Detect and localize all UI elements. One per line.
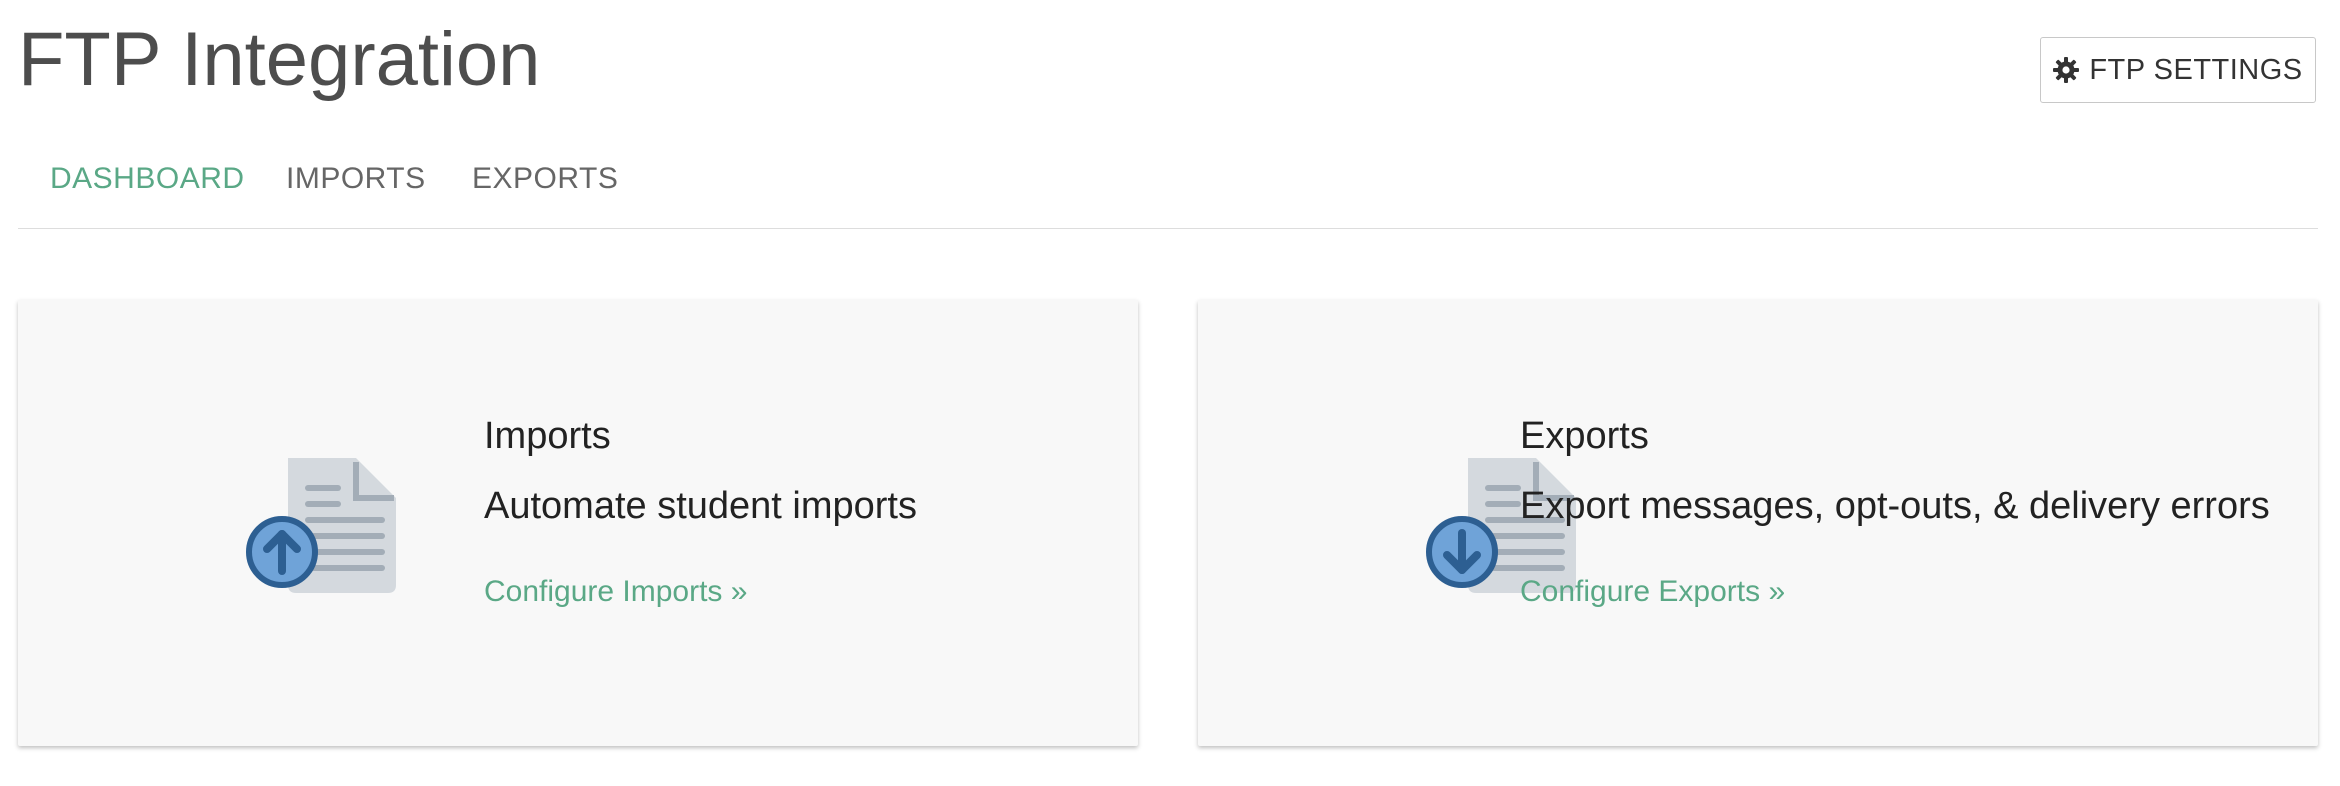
exports-card-description: Export messages, opt-outs, & delivery er… xyxy=(1520,485,2270,527)
tab-bar: DASHBOARD IMPORTS EXPORTS xyxy=(18,142,2318,229)
ftp-settings-button[interactable]: FTP SETTINGS xyxy=(2040,37,2316,103)
gear-icon xyxy=(2053,57,2080,83)
exports-card: Exports Export messages, opt-outs, & del… xyxy=(1198,300,2318,746)
configure-imports-link[interactable]: Configure Imports » xyxy=(484,575,747,609)
page-title: FTP Integration xyxy=(18,17,541,102)
document-upload-icon xyxy=(246,458,396,598)
configure-exports-link[interactable]: Configure Exports » xyxy=(1520,575,1785,609)
exports-card-title: Exports xyxy=(1520,415,1649,457)
tab-imports[interactable]: IMPORTS xyxy=(286,162,426,196)
ftp-integration-page: FTP Integration FTP SETTINGS DASHBOARD I… xyxy=(0,0,2340,786)
tab-exports[interactable]: EXPORTS xyxy=(472,162,618,196)
imports-card-title: Imports xyxy=(484,415,611,457)
imports-card: Imports Automate student imports Configu… xyxy=(18,300,1138,746)
tab-dashboard[interactable]: DASHBOARD xyxy=(50,162,245,196)
ftp-settings-label: FTP SETTINGS xyxy=(2089,53,2303,86)
imports-card-description: Automate student imports xyxy=(484,485,917,527)
